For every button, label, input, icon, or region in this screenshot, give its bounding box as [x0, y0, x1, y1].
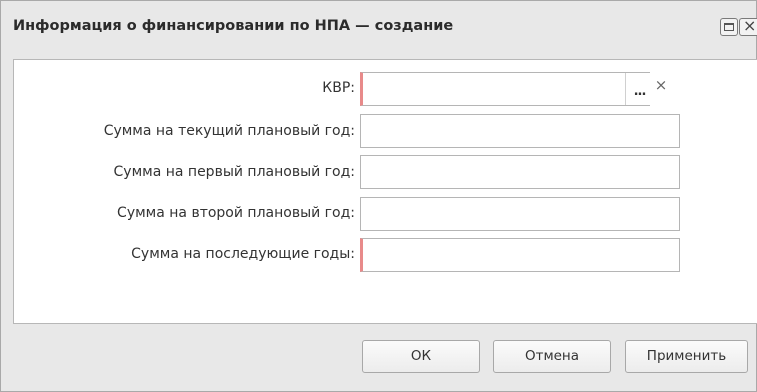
sum-current-label: Сумма на текущий плановый год:: [103, 123, 355, 139]
sum-second-field[interactable]: [360, 197, 680, 231]
dialog-window: Информация о финансировании по НПА — соз…: [0, 0, 757, 392]
sum-later-field[interactable]: [360, 238, 680, 272]
maximize-icon[interactable]: [720, 18, 738, 36]
ellipsis-icon[interactable]: ...: [625, 73, 653, 105]
ok-button[interactable]: ОК: [362, 340, 480, 373]
clear-icon[interactable]: ×: [650, 73, 672, 97]
sum-current-field[interactable]: [360, 114, 680, 148]
kvr-label: КВР:: [322, 80, 355, 96]
dialog-title: Информация о финансировании по НПА — соз…: [13, 18, 454, 34]
sum-first-label: Сумма на первый плановый год:: [113, 164, 355, 180]
sum-current-input[interactable]: [361, 115, 679, 147]
dialog-titlebar[interactable]: Информация о финансировании по НПА — соз…: [1, 1, 757, 59]
form-panel: КВР: ... × Сумма на текущий плановый год…: [13, 59, 757, 324]
sum-later-label: Сумма на последующие годы:: [131, 246, 355, 262]
sum-second-label: Сумма на второй плановый год:: [117, 205, 355, 221]
sum-first-input[interactable]: [361, 156, 679, 188]
kvr-field[interactable]: ...: [360, 72, 653, 106]
close-icon[interactable]: ×: [739, 17, 757, 36]
sum-first-field[interactable]: [360, 155, 680, 189]
apply-button[interactable]: Применить: [625, 340, 748, 373]
sum-later-input[interactable]: [363, 239, 679, 271]
sum-second-input[interactable]: [361, 198, 679, 230]
cancel-button[interactable]: Отмена: [493, 340, 611, 373]
kvr-input[interactable]: [363, 73, 625, 105]
